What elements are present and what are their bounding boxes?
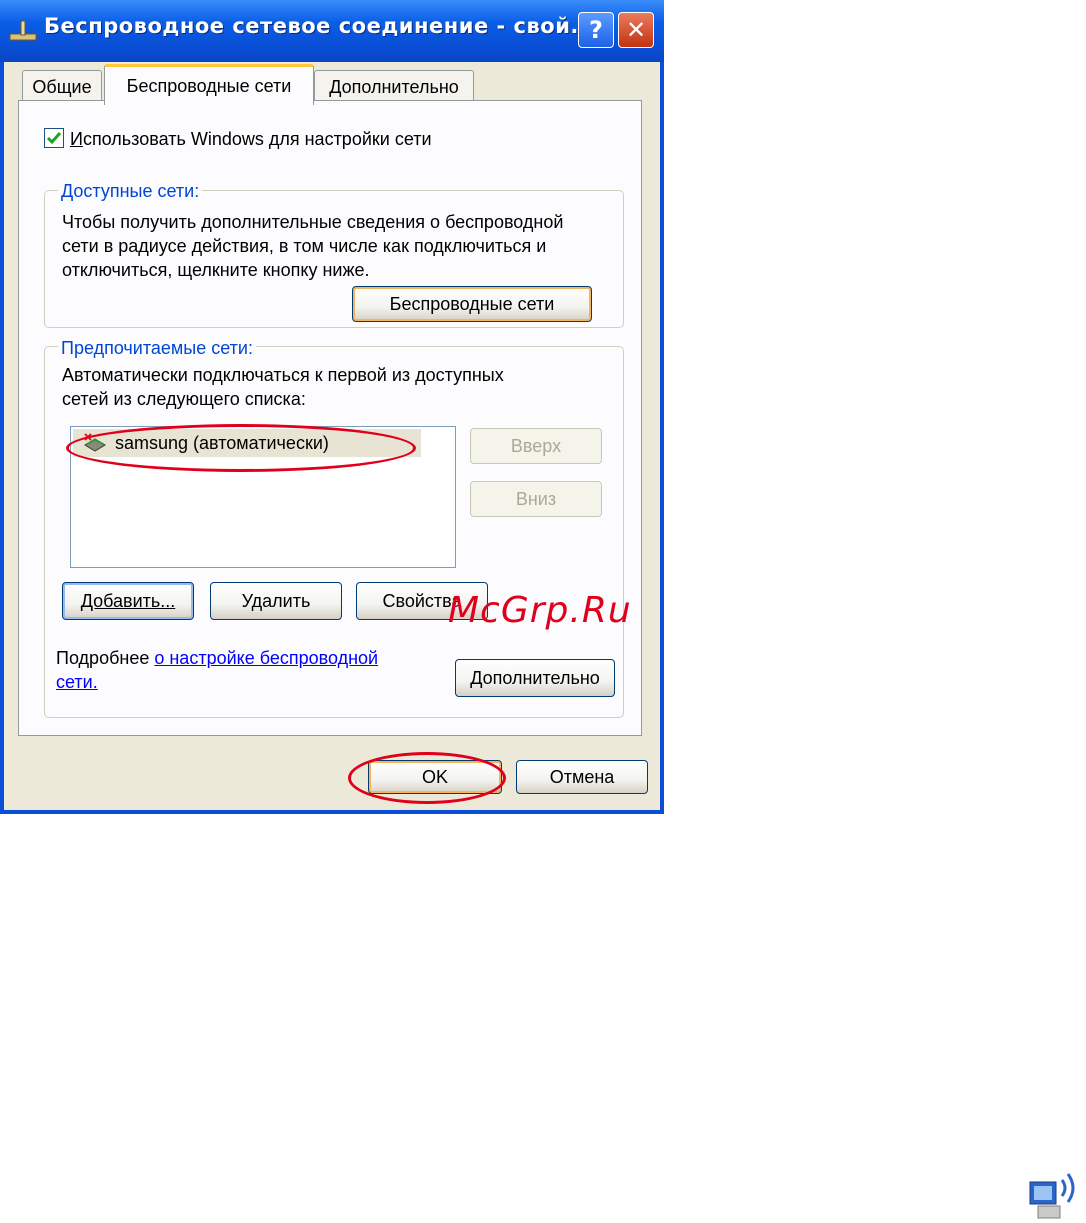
network-connection-icon	[9, 20, 37, 41]
preferred-networks-legend: Предпочитаемые сети:	[58, 337, 256, 359]
available-description-line2: сети в радиусе действия, в том числе как…	[62, 236, 547, 256]
list-item[interactable]: samsung (автоматически)	[73, 429, 421, 457]
wireless-setup-link-continued[interactable]: сети.	[56, 671, 98, 693]
checkmark-icon	[46, 132, 62, 145]
wireless-setup-link[interactable]: о настройке беспроводной	[154, 648, 378, 668]
use-windows-checkbox[interactable]	[44, 128, 64, 148]
window-title: Беспроводное сетевое соединение - свой..…	[44, 14, 596, 38]
wireless-network-icon	[84, 433, 106, 452]
move-down-button[interactable]: Вниз	[470, 481, 602, 517]
watermark-text: McGrp.Ru	[448, 590, 632, 631]
info-text: Подробнее о настройке беспроводной	[56, 648, 379, 668]
view-wireless-networks-button[interactable]: Беспроводные сети	[352, 286, 592, 322]
help-button[interactable]: ?	[578, 12, 614, 48]
advanced-button[interactable]: Дополнительно	[455, 659, 615, 697]
network-name: samsung (автоматически)	[115, 433, 329, 453]
tab-general[interactable]: Общие	[22, 70, 102, 101]
cancel-button[interactable]: Отмена	[516, 760, 648, 794]
tab-wireless-networks[interactable]: Беспроводные сети	[104, 64, 314, 105]
move-down-label: Вниз	[515, 488, 557, 509]
tab-advanced[interactable]: Дополнительно	[314, 70, 474, 101]
wireless-tray-icon	[1029, 1173, 1075, 1219]
preferred-description-line1: Автоматически подключаться к первой из д…	[62, 365, 504, 385]
add-network-button[interactable]: Добавить...	[62, 582, 194, 620]
preferred-networks-list[interactable]: samsung (автоматически)	[70, 426, 456, 568]
close-button[interactable]: ✕	[618, 12, 654, 48]
move-up-button[interactable]: Вверх	[470, 428, 602, 464]
available-description-line1: Чтобы получить дополнительные сведения о…	[62, 212, 564, 232]
preferred-description-line2: сетей из следующего списка:	[62, 389, 306, 409]
remove-network-label: Удалить	[241, 590, 311, 611]
move-up-label: Вверх	[510, 435, 562, 456]
add-network-label: Добавить...	[80, 590, 176, 611]
available-description-line3: отключиться, щелкните кнопку ниже.	[62, 260, 370, 280]
use-windows-label: Использовать Windows для настройки сети	[70, 129, 432, 149]
remove-network-button[interactable]: Удалить	[210, 582, 342, 620]
ok-button[interactable]: OK	[368, 760, 502, 794]
available-networks-legend: Доступные сети:	[58, 180, 203, 202]
